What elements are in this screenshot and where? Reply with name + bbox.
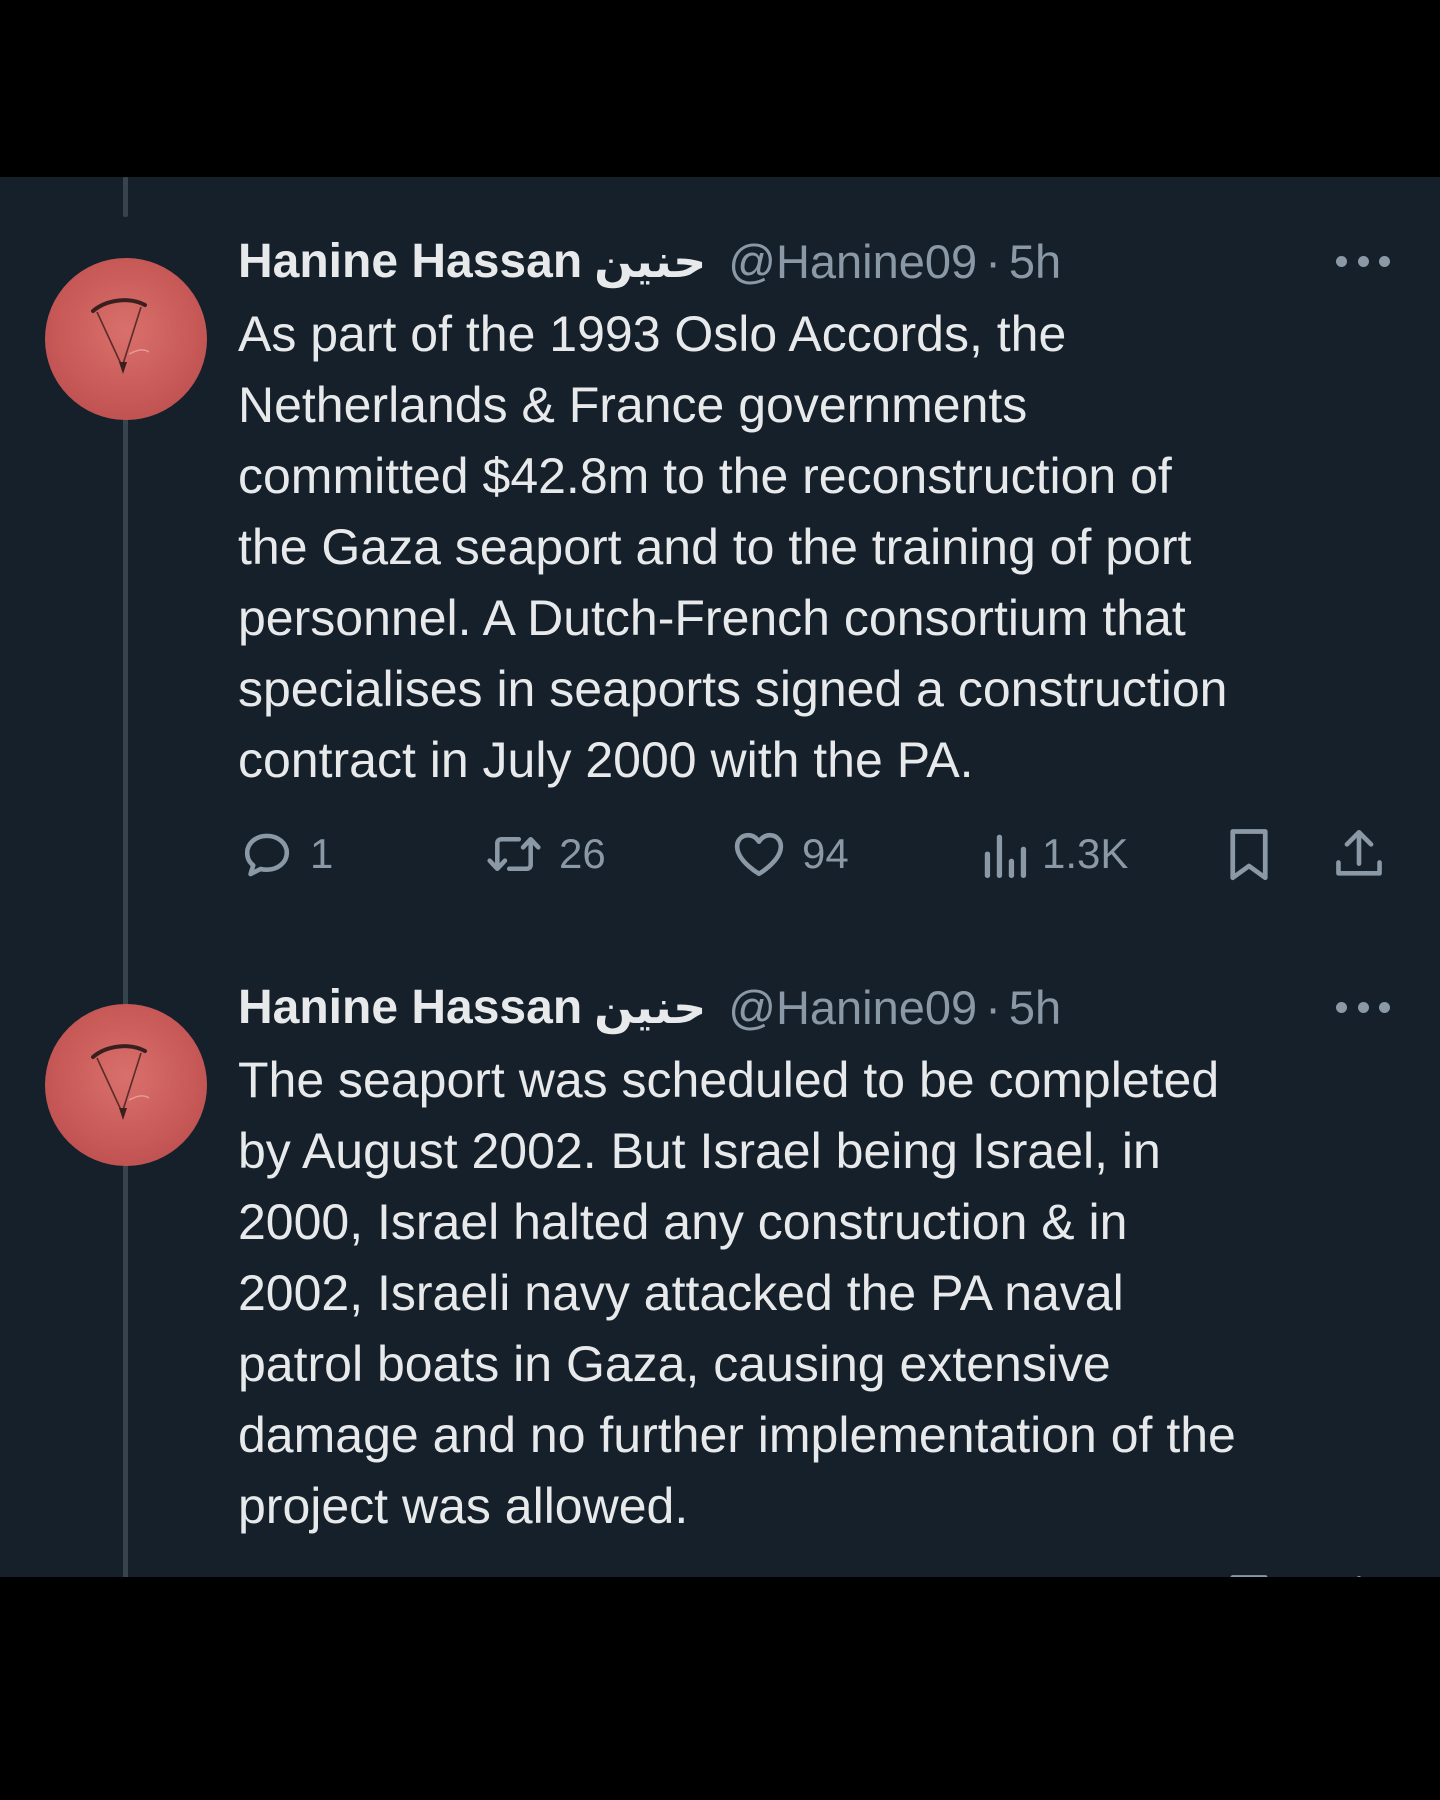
views-bar-chart-icon bbox=[984, 834, 1027, 878]
reply-button[interactable] bbox=[238, 1570, 296, 1577]
views-count: 1.3K bbox=[1042, 830, 1129, 877]
bottom-letterbox bbox=[0, 1577, 1440, 1800]
tweet-actions bbox=[238, 1570, 1398, 1577]
separator-dot: · bbox=[985, 234, 1001, 288]
bookmark-icon bbox=[1230, 1575, 1268, 1577]
avatar[interactable] bbox=[45, 258, 207, 420]
avatar[interactable] bbox=[45, 1004, 207, 1166]
tweet-text-line: The seaport was scheduled to be complete… bbox=[238, 1052, 1220, 1108]
like-button[interactable] bbox=[730, 1570, 788, 1577]
author-handle[interactable]: @Hanine09 bbox=[728, 980, 977, 1035]
tweet-text-line: 2000, Israel halted any construction & i… bbox=[238, 1194, 1128, 1250]
more-options-icon[interactable] bbox=[1336, 254, 1390, 268]
tweet-text-line: by August 2002. But Israel being Israel,… bbox=[238, 1123, 1161, 1179]
retweet-button[interactable]: 26 bbox=[483, 824, 606, 884]
tweet-text-line: project was allowed. bbox=[238, 1478, 689, 1534]
timestamp[interactable]: 5h bbox=[1009, 234, 1061, 289]
separator-dot: · bbox=[985, 980, 1001, 1034]
tweet-text-line: committed $42.8m to the reconstruction o… bbox=[238, 448, 1172, 504]
views-button[interactable]: 1.3K bbox=[980, 824, 1128, 884]
tweet-text-line: 2002, Israeli navy attacked the PA naval bbox=[238, 1265, 1124, 1321]
retweet-icon bbox=[487, 836, 541, 872]
reply-bubble-icon bbox=[244, 833, 290, 877]
author-name[interactable]: Hanine Hassan bbox=[238, 234, 582, 289]
share-button[interactable] bbox=[1330, 824, 1388, 884]
like-count: 94 bbox=[802, 830, 849, 877]
thread-line-bottom bbox=[123, 1159, 128, 1577]
tweet-actions: 1 26 94 1.3K bbox=[238, 824, 1398, 884]
tweet-text-line: contract in July 2000 with the PA. bbox=[238, 732, 974, 788]
retweet-count: 26 bbox=[559, 830, 606, 877]
thread-line-top bbox=[123, 177, 128, 217]
heart-icon bbox=[734, 832, 784, 877]
tweet-text-line: the Gaza seaport and to the training of … bbox=[238, 519, 1192, 575]
share-upload-icon bbox=[1336, 829, 1382, 876]
bookmark-button[interactable] bbox=[1223, 1570, 1275, 1577]
views-button[interactable] bbox=[980, 1570, 1028, 1577]
like-button[interactable]: 94 bbox=[730, 824, 849, 884]
reply-count: 1 bbox=[310, 830, 334, 877]
tweet-header: Hanine Hassan حنين @Hanine09 · 5h bbox=[238, 231, 1061, 291]
timeline-screen: Hanine Hassan حنين @Hanine09 · 5h As par… bbox=[0, 177, 1440, 1577]
timestamp[interactable]: 5h bbox=[1009, 980, 1061, 1035]
tweet-text-line: As part of the 1993 Oslo Accords, the bbox=[238, 306, 1067, 362]
reply-button[interactable]: 1 bbox=[238, 824, 333, 884]
share-button[interactable] bbox=[1330, 1570, 1388, 1577]
more-options-icon[interactable] bbox=[1336, 1000, 1390, 1014]
tweet-text-line: Netherlands & France governments bbox=[238, 377, 1028, 433]
bookmark-button[interactable] bbox=[1223, 824, 1275, 884]
author-name-arabic[interactable]: حنين bbox=[594, 980, 706, 1034]
author-name[interactable]: Hanine Hassan bbox=[238, 980, 582, 1035]
share-upload-icon bbox=[1357, 1575, 1361, 1577]
tweet-text-line: patrol boats in Gaza, causing extensive bbox=[238, 1336, 1111, 1392]
tweet-text: The seaport was scheduled to be complete… bbox=[238, 1045, 1378, 1542]
tweet-text-line: personnel. A Dutch-French consortium tha… bbox=[238, 590, 1186, 646]
tweet-header: Hanine Hassan حنين @Hanine09 · 5h bbox=[238, 977, 1061, 1037]
author-name-arabic[interactable]: حنين bbox=[594, 234, 706, 288]
tweet-text: As part of the 1993 Oslo Accords, the Ne… bbox=[238, 299, 1378, 796]
bookmark-icon bbox=[1230, 829, 1268, 881]
tweet-text-line: damage and no further implementation of … bbox=[238, 1407, 1236, 1463]
tweet-text-line: specialises in seaports signed a constru… bbox=[238, 661, 1228, 717]
author-handle[interactable]: @Hanine09 bbox=[728, 234, 977, 289]
